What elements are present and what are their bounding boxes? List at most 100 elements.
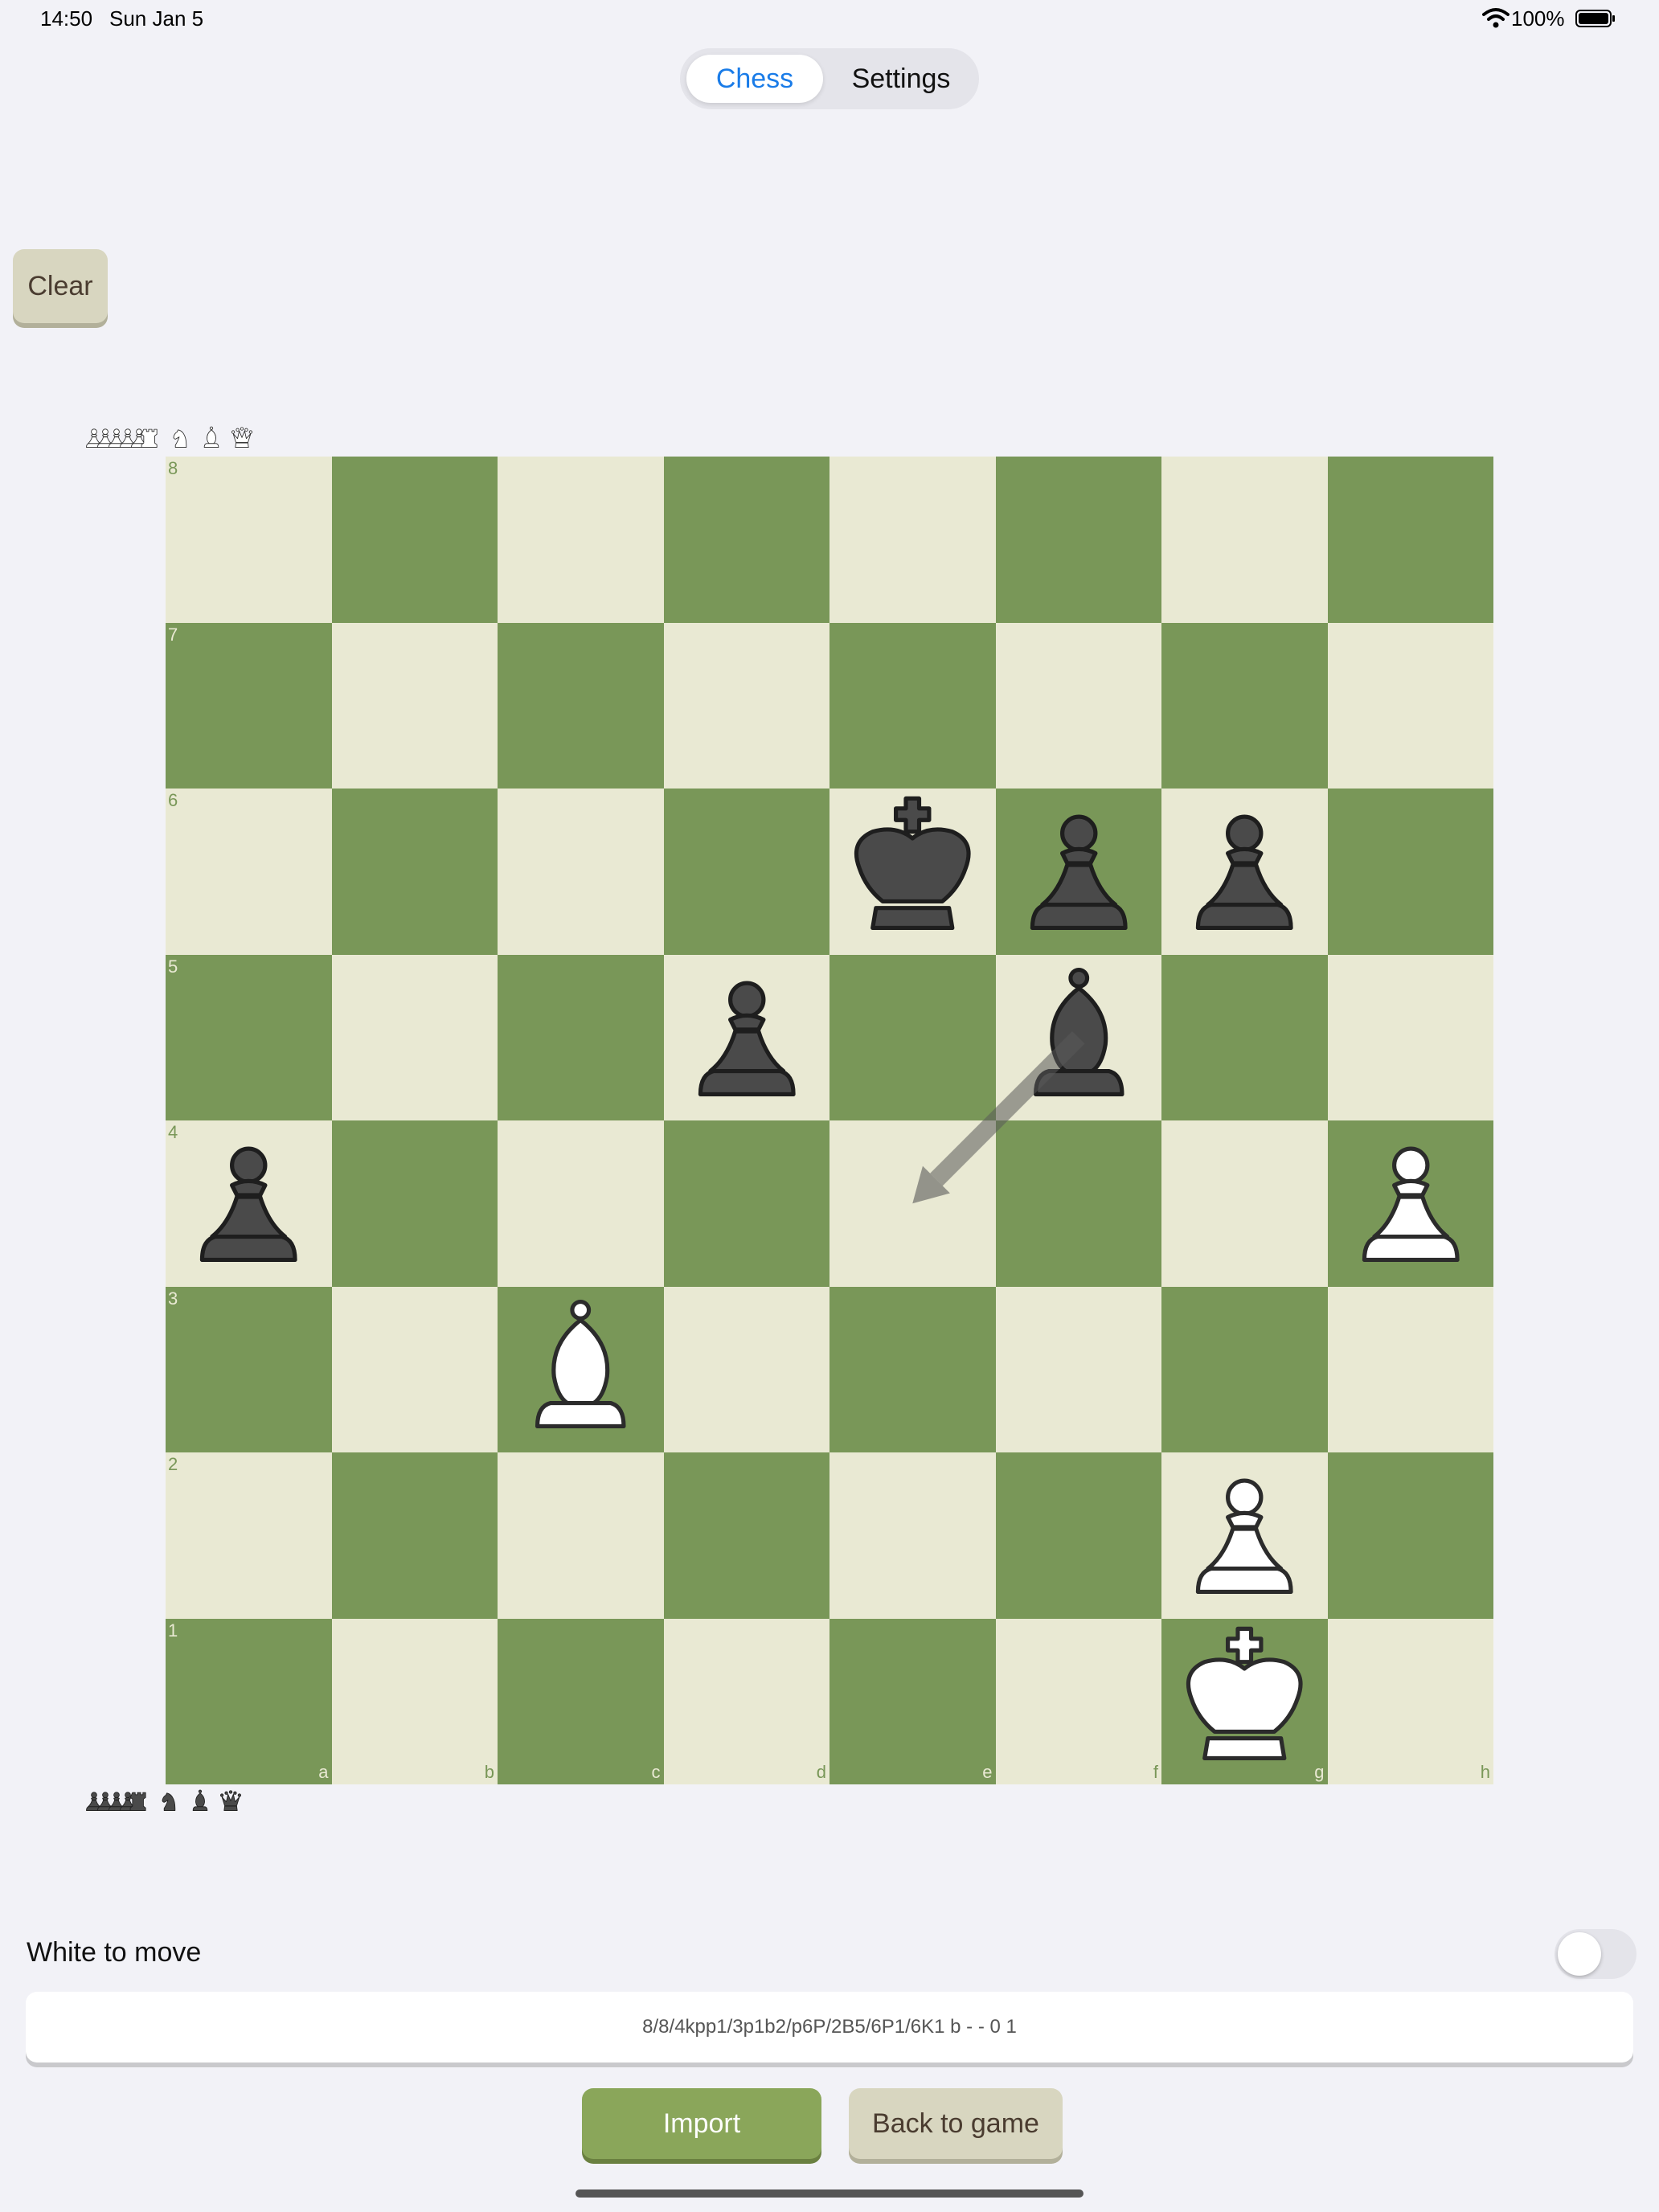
square-e7[interactable]: [830, 622, 996, 789]
white-king-icon[interactable]: [1161, 1619, 1328, 1785]
square-a8[interactable]: 8: [166, 457, 332, 623]
square-b3[interactable]: [331, 1286, 498, 1452]
fen-field[interactable]: 8/8/4kpp1/3p1b2/p6P/2B5/6P1/6K1 b - - 0 …: [26, 1992, 1633, 2062]
square-h6[interactable]: [1327, 789, 1493, 955]
black-knight-icon: [162, 1792, 176, 1811]
square-f8[interactable]: [995, 457, 1161, 623]
square-d4[interactable]: [663, 1120, 830, 1287]
square-g7[interactable]: [1161, 622, 1328, 789]
square-a7[interactable]: 7: [166, 622, 332, 789]
square-g3[interactable]: [1161, 1286, 1328, 1452]
square-d3[interactable]: [663, 1286, 830, 1452]
black-bishop-icon: [192, 1789, 208, 1811]
square-a2[interactable]: 2: [166, 1452, 332, 1619]
file-label: d: [816, 1762, 826, 1782]
square-c1[interactable]: c: [498, 1618, 664, 1784]
square-f1[interactable]: f: [995, 1618, 1161, 1784]
square-b2[interactable]: [331, 1452, 498, 1619]
square-a3[interactable]: 3: [166, 1286, 332, 1452]
square-b5[interactable]: [331, 954, 498, 1120]
status-date: Sun Jan 5: [109, 6, 204, 31]
square-d6[interactable]: [663, 789, 830, 955]
square-b7[interactable]: [331, 622, 498, 789]
square-c5[interactable]: [498, 954, 664, 1120]
square-f4[interactable]: [995, 1120, 1161, 1287]
battery-percent: 100%: [1511, 6, 1565, 31]
square-f2[interactable]: [995, 1452, 1161, 1619]
square-g2[interactable]: [1161, 1452, 1328, 1619]
square-e2[interactable]: [830, 1452, 996, 1619]
square-a4[interactable]: 4: [166, 1120, 332, 1287]
square-h2[interactable]: [1327, 1452, 1493, 1619]
square-d2[interactable]: [663, 1452, 830, 1619]
square-e3[interactable]: [830, 1286, 996, 1452]
black-pawn-icon[interactable]: [1161, 789, 1328, 955]
square-c2[interactable]: [498, 1452, 664, 1619]
square-h4[interactable]: [1327, 1120, 1494, 1287]
black-pawn-icon[interactable]: [166, 1120, 332, 1287]
square-a1[interactable]: 1a: [166, 1618, 332, 1784]
square-e4[interactable]: [830, 1120, 996, 1287]
black-pawn-icon[interactable]: [664, 955, 830, 1121]
square-d7[interactable]: [663, 622, 830, 789]
square-f7[interactable]: [995, 622, 1161, 789]
square-g1[interactable]: g: [1161, 1618, 1328, 1785]
square-d5[interactable]: [663, 954, 830, 1121]
rank-label: 8: [168, 458, 178, 478]
black-king-icon[interactable]: [830, 789, 996, 955]
square-f6[interactable]: [995, 789, 1162, 955]
file-label: h: [1480, 1762, 1490, 1782]
square-b1[interactable]: b: [331, 1618, 498, 1784]
square-f3[interactable]: [995, 1286, 1161, 1452]
chess-board: 8 7 6 5 432 1abc defg h: [166, 457, 1493, 1784]
square-c8[interactable]: [498, 457, 664, 623]
square-g4[interactable]: [1161, 1120, 1328, 1287]
square-c4[interactable]: [498, 1120, 664, 1287]
import-button[interactable]: Import: [582, 2088, 821, 2159]
square-b6[interactable]: [331, 789, 498, 955]
square-c7[interactable]: [498, 622, 664, 789]
square-c3[interactable]: [498, 1286, 664, 1453]
clear-button[interactable]: Clear: [13, 249, 108, 323]
rank-label: 5: [168, 956, 178, 977]
square-d1[interactable]: d: [663, 1618, 830, 1784]
white-knight-icon: [173, 429, 187, 448]
rank-label: 2: [168, 1454, 178, 1474]
captured-white-pieces: [80, 424, 259, 452]
rank-label: 6: [168, 790, 178, 810]
rank-label: 7: [168, 624, 178, 645]
side-to-move-toggle[interactable]: [1555, 1929, 1636, 1979]
square-a5[interactable]: 5: [166, 954, 332, 1120]
square-h1[interactable]: h: [1327, 1618, 1493, 1784]
square-b4[interactable]: [331, 1120, 498, 1287]
white-pawn-icon[interactable]: [1161, 1452, 1328, 1619]
wifi-icon: [1482, 8, 1509, 28]
square-b8[interactable]: [331, 457, 498, 623]
white-bishop-icon[interactable]: [498, 1287, 664, 1453]
square-h3[interactable]: [1327, 1286, 1493, 1452]
tab-chess[interactable]: Chess: [686, 55, 823, 103]
square-g5[interactable]: [1161, 954, 1328, 1120]
square-g6[interactable]: [1161, 789, 1328, 955]
square-f5[interactable]: [995, 954, 1162, 1121]
square-e5[interactable]: [830, 954, 996, 1120]
square-a6[interactable]: 6: [166, 789, 332, 955]
battery-icon: [1575, 10, 1615, 27]
square-g8[interactable]: [1161, 457, 1328, 623]
home-indicator: [576, 2189, 1083, 2198]
square-e8[interactable]: [830, 457, 996, 623]
square-h5[interactable]: [1327, 954, 1493, 1120]
black-queen-icon: [219, 1790, 242, 1811]
black-pawn-icon[interactable]: [996, 789, 1162, 955]
square-h8[interactable]: [1327, 457, 1493, 623]
square-c6[interactable]: [498, 789, 664, 955]
black-bishop-icon[interactable]: [996, 955, 1162, 1121]
square-d8[interactable]: [663, 457, 830, 623]
white-pawn-icon[interactable]: [1328, 1120, 1494, 1287]
back-to-game-button[interactable]: Back to game: [849, 2088, 1063, 2159]
tab-settings[interactable]: Settings: [830, 55, 973, 103]
square-h7[interactable]: [1327, 622, 1493, 789]
square-e6[interactable]: [830, 789, 996, 955]
toggle-knob: [1558, 1932, 1601, 1976]
square-e1[interactable]: e: [830, 1618, 996, 1784]
